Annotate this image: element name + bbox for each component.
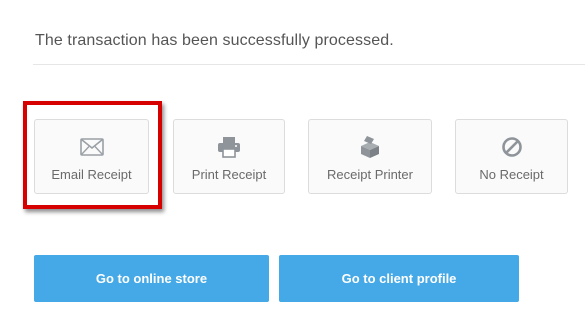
divider [33, 64, 585, 65]
go-to-client-profile-button[interactable]: Go to client profile [279, 255, 519, 302]
print-receipt-button[interactable]: Print Receipt [173, 119, 285, 194]
print-receipt-label: Print Receipt [191, 167, 267, 182]
no-symbol-icon [499, 135, 525, 159]
receipt-printer-button[interactable]: Receipt Printer [308, 119, 432, 194]
transaction-complete-page: The transaction has been successfully pr… [0, 0, 585, 325]
printer-icon [216, 135, 242, 159]
box-icon [357, 135, 383, 159]
receipt-printer-label: Receipt Printer [327, 167, 413, 182]
no-receipt-label: No Receipt [479, 167, 544, 182]
highlight-box [23, 101, 162, 209]
go-to-online-store-button[interactable]: Go to online store [34, 255, 269, 302]
success-message: The transaction has been successfully pr… [35, 32, 394, 49]
no-receipt-button[interactable]: No Receipt [455, 119, 568, 194]
